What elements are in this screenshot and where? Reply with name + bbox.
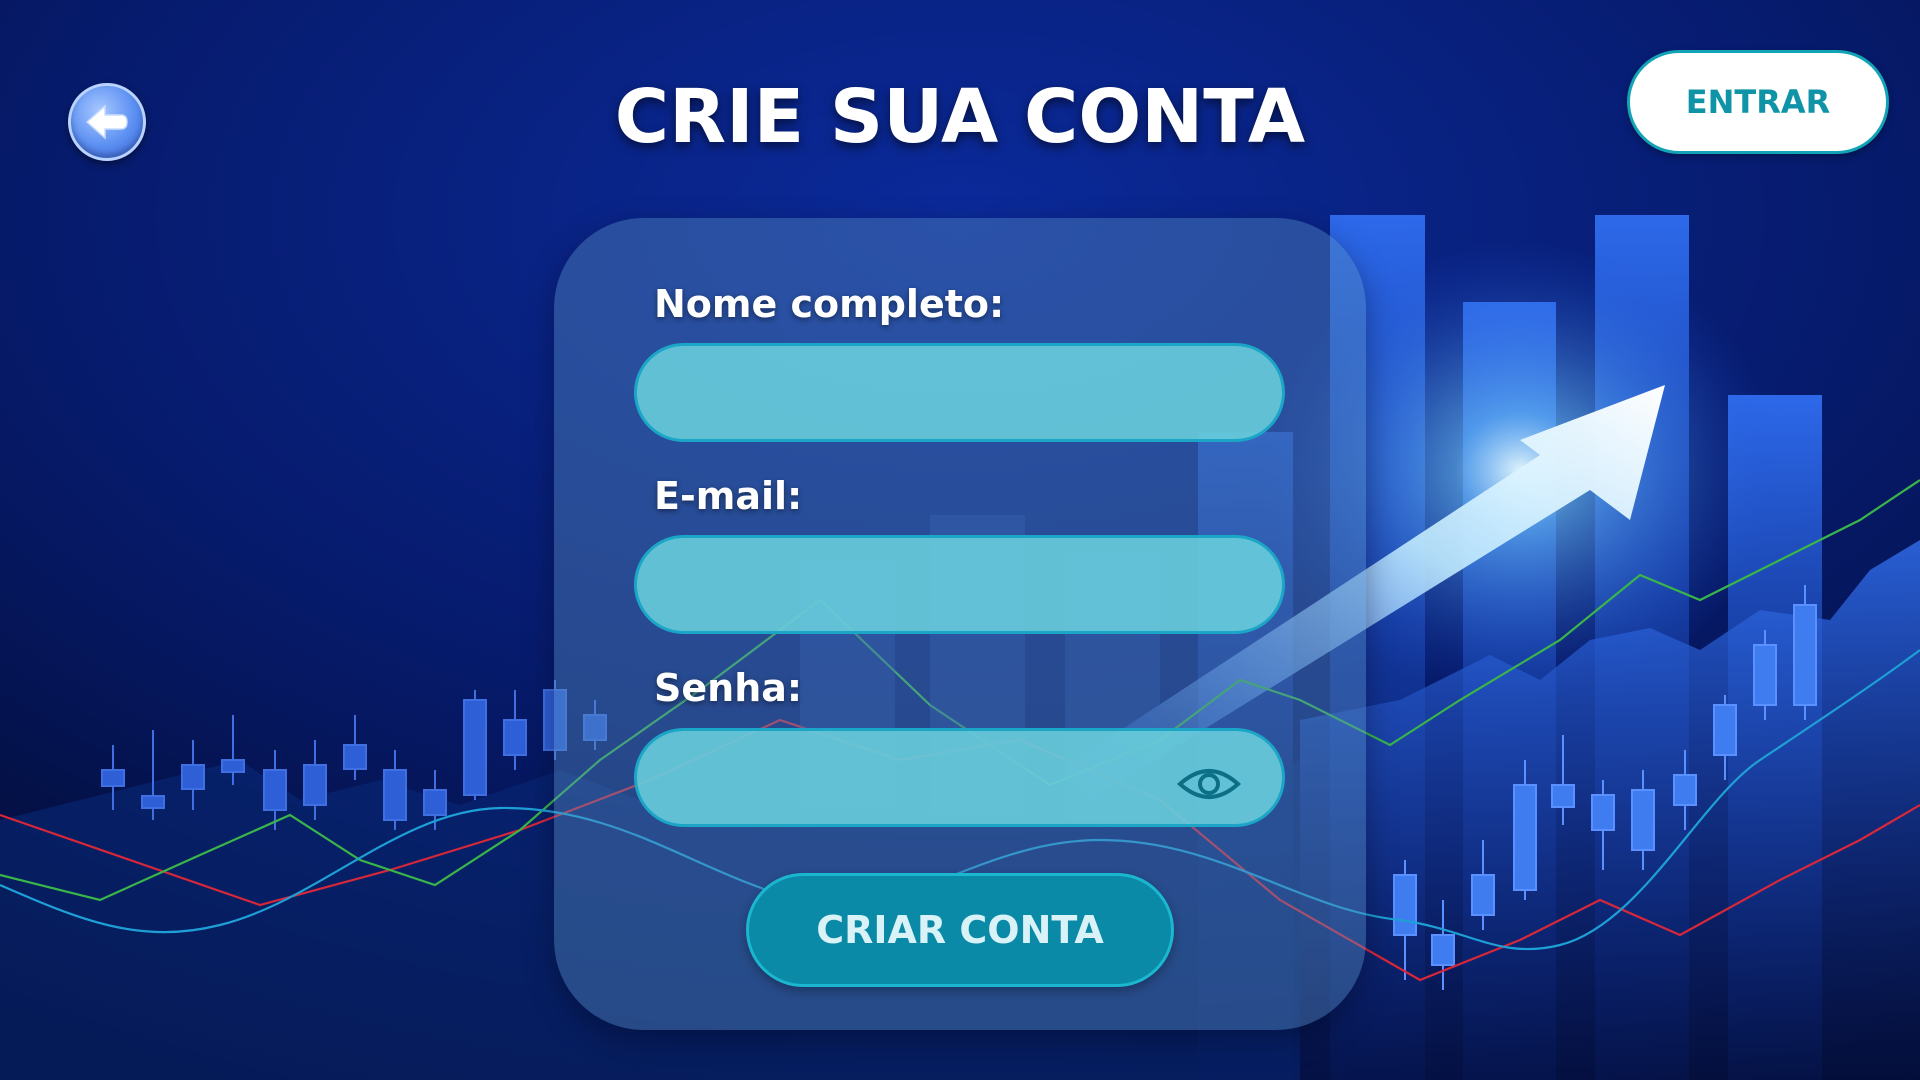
create-account-button[interactable]: CRIAR CONTA (746, 873, 1174, 987)
email-field[interactable] (634, 535, 1285, 634)
show-password-toggle[interactable] (1174, 761, 1244, 807)
login-button[interactable]: ENTRAR (1627, 50, 1889, 154)
password-label: Senha: (654, 666, 803, 710)
full-name-field[interactable] (634, 343, 1285, 442)
eye-icon (1177, 769, 1241, 799)
full-name-label: Nome completo: (654, 282, 1005, 326)
email-label: E-mail: (654, 474, 803, 518)
signup-form-card: Nome completo: E-mail: Senha: CRIAR CONT… (554, 218, 1366, 1030)
